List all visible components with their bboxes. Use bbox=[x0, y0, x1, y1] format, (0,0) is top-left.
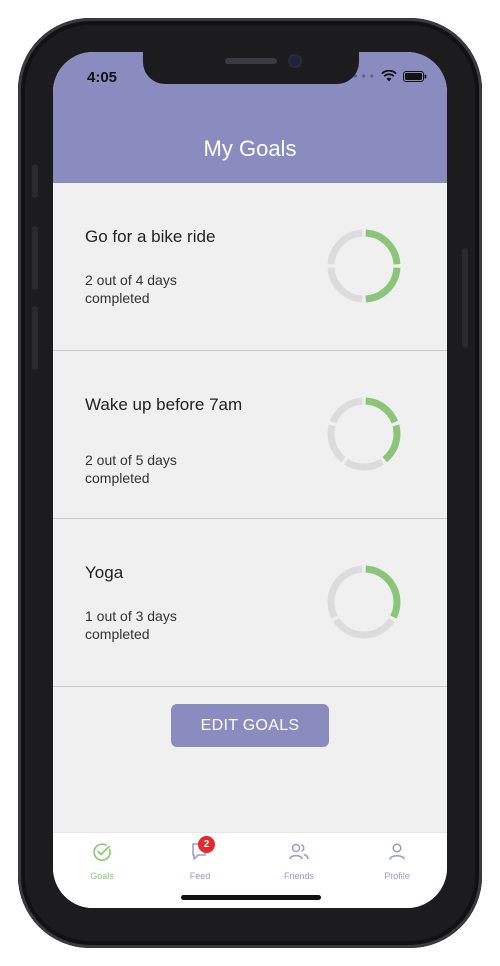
battery-icon bbox=[403, 70, 427, 82]
goal-progress-text: 2 out of 4 days completed bbox=[85, 272, 177, 306]
notch bbox=[143, 52, 359, 84]
ring-segment-remaining bbox=[344, 458, 384, 471]
wifi-icon bbox=[381, 70, 397, 82]
goal-title: Wake up before 7am bbox=[85, 395, 243, 414]
ring-segment-remaining bbox=[327, 229, 363, 265]
ring-segment-remaining bbox=[327, 565, 363, 619]
ring-segment-completed bbox=[365, 229, 401, 265]
power-button bbox=[462, 248, 468, 348]
edit-goals-button[interactable]: EDIT GOALS bbox=[171, 704, 329, 747]
goal-progress-text: 1 out of 3 days completed bbox=[85, 608, 177, 642]
progress-ring bbox=[327, 565, 401, 639]
ring-segment-completed bbox=[365, 267, 401, 303]
volume-up-button bbox=[32, 226, 38, 290]
speaker-grille bbox=[225, 58, 277, 64]
goal-progress-text: 2 out of 5 days completed bbox=[85, 452, 177, 486]
ring-segment-remaining bbox=[329, 397, 363, 424]
ring-segment-completed bbox=[382, 424, 401, 463]
goal-card[interactable]: Yoga 1 out of 3 days completed bbox=[53, 519, 447, 687]
status-time: 4:05 bbox=[87, 69, 118, 86]
tab-label: Friends bbox=[283, 871, 314, 881]
chat-bubble-icon: 2 bbox=[189, 836, 215, 863]
ring-segment-remaining bbox=[327, 267, 363, 303]
person-icon bbox=[386, 841, 408, 863]
people-icon bbox=[288, 841, 310, 863]
tab-feed[interactable]: 2 Feed bbox=[160, 836, 240, 881]
goal-title: Yoga bbox=[85, 563, 124, 582]
tab-goals[interactable]: Goals bbox=[62, 841, 142, 881]
page-title: My Goals bbox=[203, 136, 297, 161]
tab-label: Feed bbox=[189, 871, 211, 881]
tab-profile[interactable]: Profile bbox=[357, 841, 437, 881]
progress-ring bbox=[327, 229, 401, 303]
app-screen: 4:05 ● ● ● ● My Goals Go for a bike ride… bbox=[53, 52, 447, 908]
progress-ring bbox=[327, 397, 401, 471]
tab-label: Goals bbox=[90, 871, 114, 881]
goal-title: Go for a bike ride bbox=[85, 227, 216, 246]
status-icons: ● ● ● ● bbox=[345, 70, 427, 82]
goal-list: Go for a bike ride 2 out of 4 days compl… bbox=[53, 183, 447, 687]
tab-label: Profile bbox=[384, 871, 410, 881]
ring-segment-completed bbox=[365, 397, 399, 424]
home-indicator bbox=[181, 895, 321, 900]
goal-card[interactable]: Go for a bike ride 2 out of 4 days compl… bbox=[53, 183, 447, 351]
front-camera bbox=[290, 56, 300, 66]
ring-segment-remaining bbox=[333, 617, 395, 639]
mute-switch bbox=[32, 164, 38, 198]
ring-segment-remaining bbox=[327, 424, 346, 463]
ring-segment-completed bbox=[365, 565, 401, 619]
goal-card[interactable]: Wake up before 7am 2 out of 5 days compl… bbox=[53, 351, 447, 519]
notification-badge: 2 bbox=[198, 836, 215, 853]
tab-friends[interactable]: Friends bbox=[259, 841, 339, 881]
check-circle-icon bbox=[91, 841, 113, 863]
volume-down-button bbox=[32, 306, 38, 370]
